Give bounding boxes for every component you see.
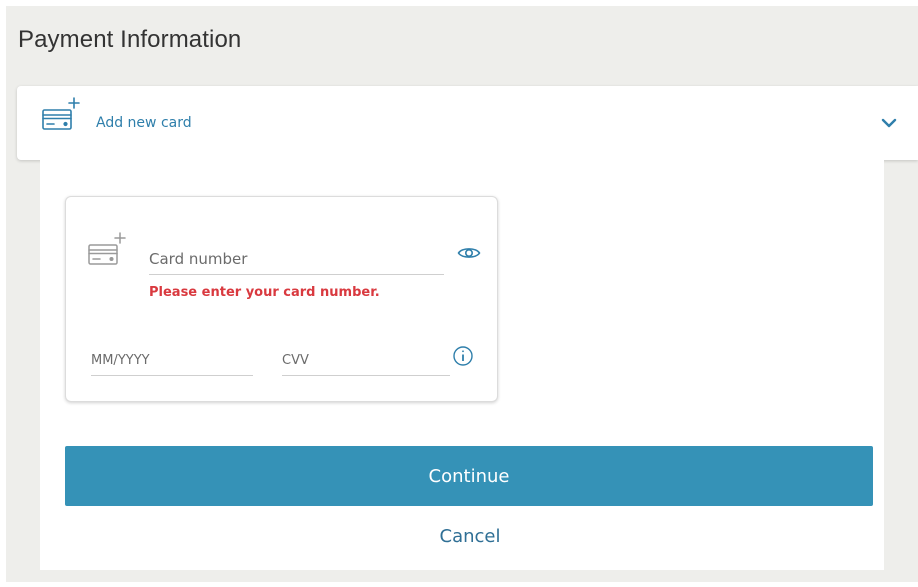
expiry-date-input[interactable] [91, 345, 253, 375]
payment-panel: Payment Information Add new card Card nu… [6, 6, 918, 582]
add-card-icon [41, 96, 81, 140]
expiry-date-field [91, 345, 253, 376]
cancel-link[interactable]: Cancel [420, 526, 520, 547]
card-details-form: Please enter your card number. [65, 196, 498, 402]
page-title: Payment Information [18, 26, 242, 53]
add-new-card-dropdown[interactable]: Add new card [17, 86, 918, 160]
eye-icon[interactable] [457, 243, 481, 267]
card-number-error: Please enter your card number. [149, 285, 380, 300]
info-icon[interactable] [452, 345, 474, 371]
continue-button[interactable]: Continue [65, 446, 873, 506]
add-new-card-label: Add new card [96, 115, 192, 131]
card-number-field [149, 243, 444, 275]
chevron-down-icon[interactable] [879, 115, 899, 134]
cvv-field [282, 345, 450, 376]
cvv-input[interactable] [282, 345, 450, 375]
card-number-input[interactable] [149, 243, 444, 274]
credit-card-icon [87, 231, 127, 275]
card-entry-panel: Please enter your card number. Continue … [40, 160, 884, 570]
